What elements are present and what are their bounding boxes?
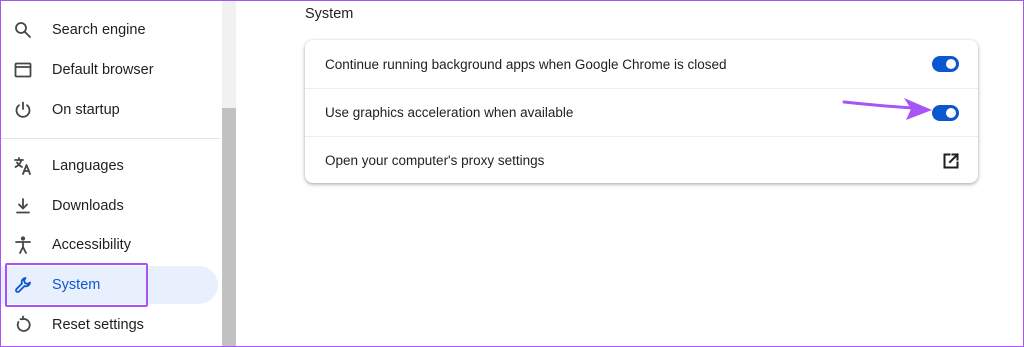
- section-title: System: [305, 6, 354, 22]
- sidebar-scrollbar-thumb[interactable]: [222, 108, 236, 347]
- sidebar-divider: [0, 138, 220, 139]
- sidebar-item-label: On startup: [52, 101, 120, 118]
- setting-label: Use graphics acceleration when available: [325, 105, 574, 120]
- search-icon: [12, 19, 34, 41]
- translate-icon: [12, 155, 34, 177]
- accessibility-icon: [12, 234, 34, 256]
- sidebar-item-default-browser[interactable]: Default browser: [0, 51, 218, 89]
- background-apps-toggle[interactable]: [932, 56, 959, 72]
- sidebar-item-label: Reset settings: [52, 316, 144, 333]
- sidebar-item-label: Default browser: [52, 61, 154, 78]
- power-icon: [12, 99, 34, 121]
- sidebar-item-search-engine[interactable]: Search engine: [0, 11, 218, 49]
- sidebar-item-downloads[interactable]: Downloads: [0, 187, 218, 225]
- sidebar-item-accessibility[interactable]: Accessibility: [0, 226, 218, 264]
- setting-label: Continue running background apps when Go…: [325, 56, 727, 72]
- external-link-icon[interactable]: [942, 152, 960, 170]
- wrench-icon: [12, 274, 34, 296]
- setting-row-background-apps: Continue running background apps when Go…: [305, 40, 978, 88]
- sidebar-item-languages[interactable]: Languages: [0, 147, 218, 185]
- toggle-knob: [946, 59, 956, 69]
- setting-row-graphics-acceleration: Use graphics acceleration when available: [305, 88, 978, 136]
- download-icon: [12, 195, 34, 217]
- sidebar-item-label: Search engine: [52, 21, 146, 38]
- graphics-acceleration-toggle[interactable]: [932, 104, 959, 121]
- sidebar-item-label: System: [52, 276, 101, 293]
- setting-row-proxy-settings[interactable]: Open your computer's proxy settings: [305, 136, 978, 184]
- sidebar-item-reset-settings[interactable]: Reset settings: [0, 306, 218, 344]
- sidebar-item-label: Accessibility: [52, 236, 131, 253]
- setting-label: Open your computer's proxy settings: [325, 153, 545, 168]
- sidebar-item-on-startup[interactable]: On startup: [0, 91, 218, 129]
- toggle-knob: [946, 107, 956, 118]
- sidebar-item-label: Languages: [52, 157, 124, 174]
- sidebar-item-system[interactable]: System: [0, 266, 218, 304]
- system-settings-card: Continue running background apps when Go…: [305, 40, 978, 183]
- browser-window-icon: [12, 59, 34, 81]
- reset-icon: [12, 314, 34, 336]
- sidebar-item-label: Downloads: [52, 197, 124, 214]
- settings-sidebar: Search engine Default browser On startup…: [0, 0, 222, 347]
